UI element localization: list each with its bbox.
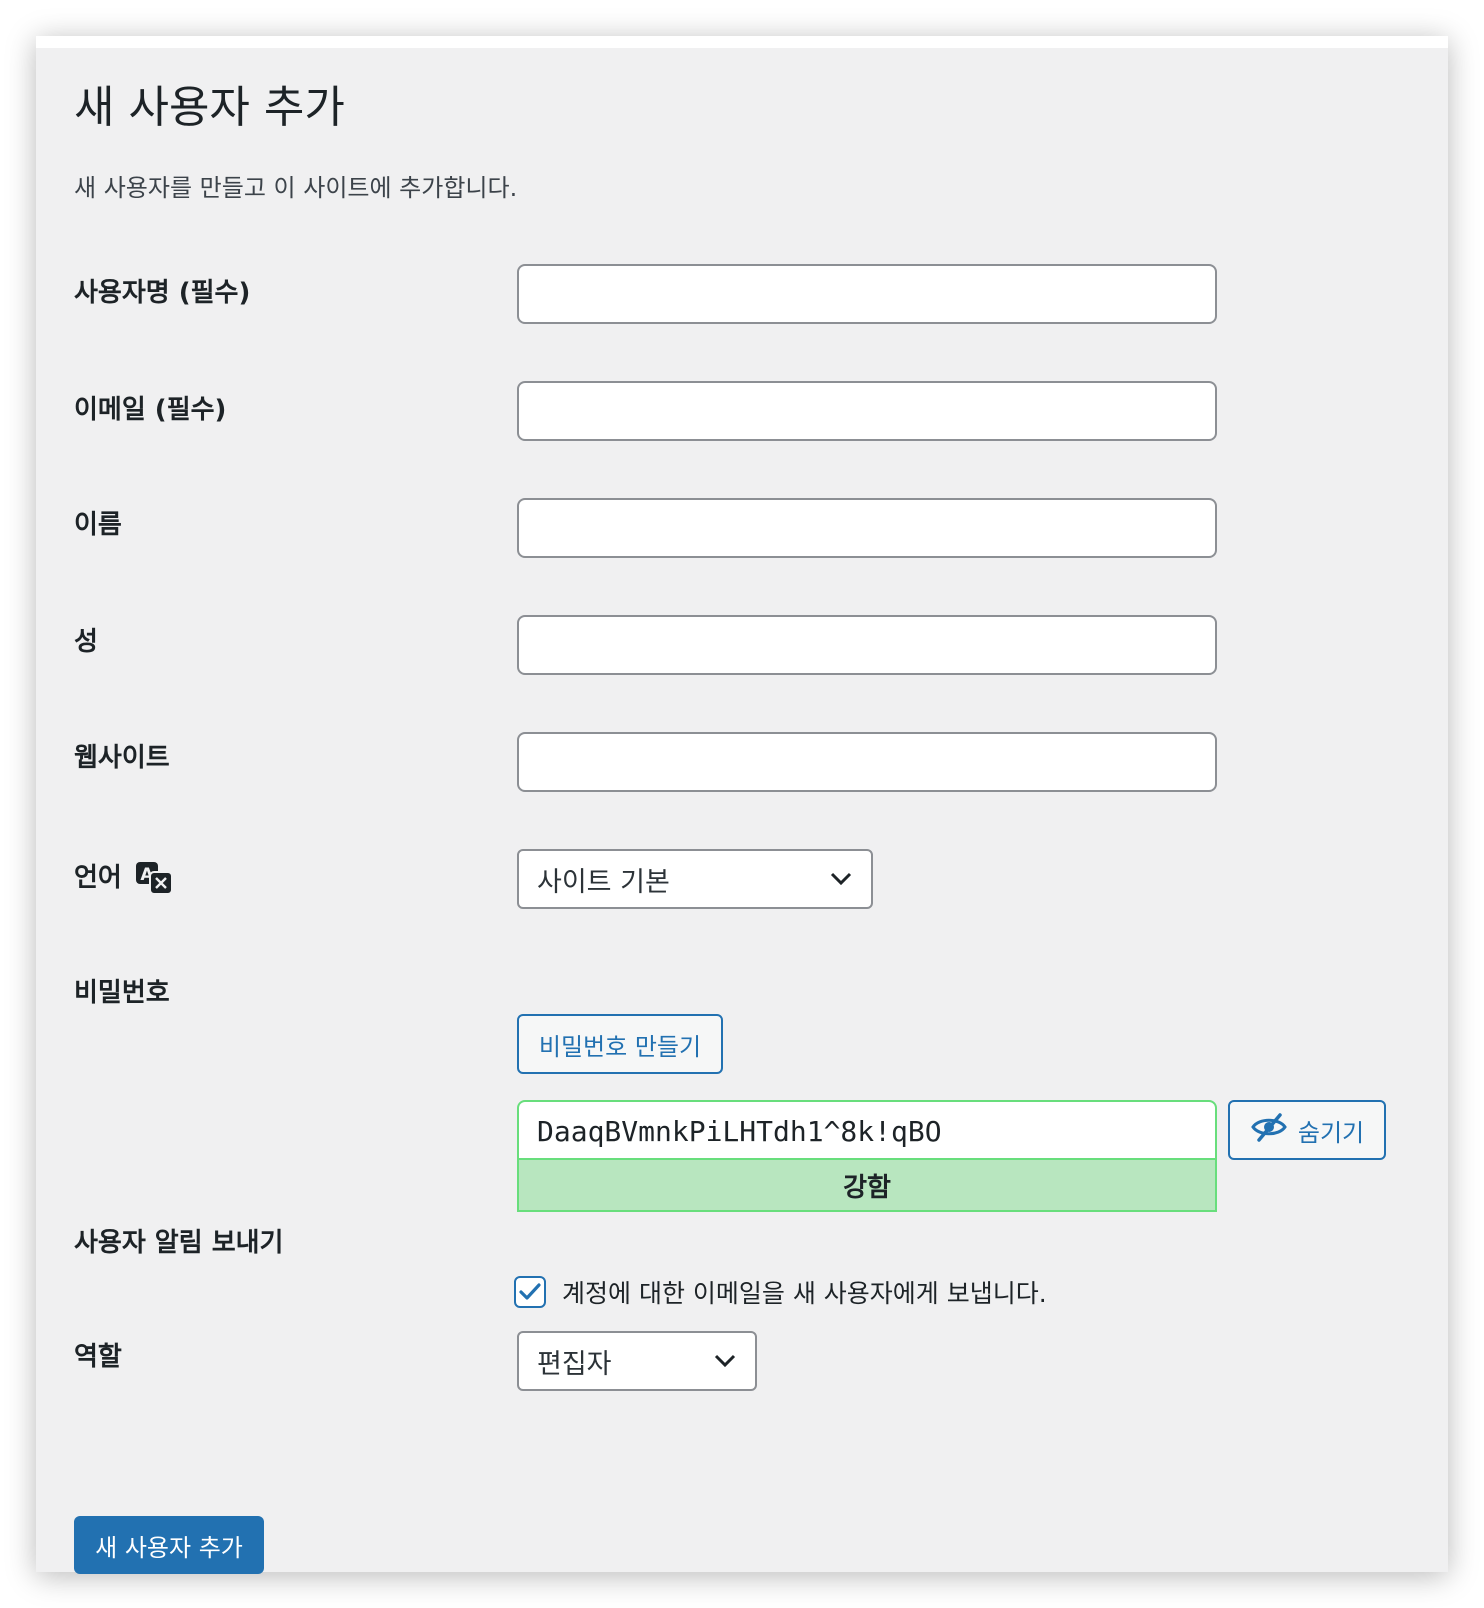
notify-label-text: 사용자 알림 보내기	[74, 1228, 284, 1258]
role-selected-value: 편집자	[537, 1348, 612, 1380]
website-label-text: 웹사이트	[74, 743, 170, 773]
translate-icon: A	[134, 860, 174, 896]
password-input[interactable]: DaaqBVmnkPiLHTdh1^8k!qBO	[517, 1100, 1217, 1160]
password-label-text: 비밀번호	[74, 978, 170, 1008]
notify-checkbox[interactable]	[514, 1276, 546, 1308]
first-name-label-text: 이름	[74, 510, 122, 540]
first-name-input[interactable]	[517, 498, 1217, 558]
notify-checkbox-label: 계정에 대한 이메일을 새 사용자에게 보냅니다.	[562, 1279, 1047, 1308]
page-title: 새 사용자 추가	[74, 82, 345, 133]
username-label: 사용자명 (필수)	[74, 276, 250, 310]
chevron-down-icon	[829, 867, 853, 891]
generate-password-button[interactable]: 비밀번호 만들기	[517, 1014, 723, 1074]
email-label-text: 이메일 (필수)	[74, 395, 227, 425]
last-name-label-text: 성	[74, 627, 98, 657]
email-input[interactable]	[517, 381, 1217, 441]
hide-password-label: 숨기기	[1297, 1118, 1365, 1147]
language-select[interactable]: 사이트 기본	[517, 849, 873, 909]
username-label-text: 사용자명 (필수)	[74, 278, 251, 308]
add-user-panel: 새 사용자 추가 새 사용자를 만들고 이 사이트에 추가합니다. 사용자명 (…	[36, 36, 1448, 1574]
username-input[interactable]	[517, 264, 1217, 324]
language-selected-value: 사이트 기본	[537, 866, 670, 898]
email-label: 이메일 (필수)	[74, 393, 226, 427]
notify-option: 계정에 대한 이메일을 새 사용자에게 보냅니다.	[514, 1274, 1047, 1310]
chevron-down-icon	[713, 1349, 737, 1373]
website-label: 웹사이트	[74, 741, 170, 775]
role-select[interactable]: 편집자	[517, 1331, 757, 1391]
first-name-label: 이름	[74, 508, 122, 542]
notify-label: 사용자 알림 보내기	[74, 1226, 283, 1260]
checkmark-icon	[519, 1283, 541, 1300]
add-user-submit-button[interactable]: 새 사용자 추가	[74, 1516, 264, 1574]
language-label-text: 언어	[74, 863, 122, 893]
password-strength-meter: 강함	[517, 1158, 1217, 1212]
role-label-text: 역할	[74, 1342, 122, 1372]
password-strength-text: 강함	[843, 1172, 891, 1203]
last-name-label: 성	[74, 625, 98, 659]
role-label: 역할	[74, 1340, 122, 1374]
language-label: 언어 A	[74, 860, 174, 896]
website-input[interactable]	[517, 732, 1217, 792]
page-description: 새 사용자를 만들고 이 사이트에 추가합니다.	[74, 174, 518, 202]
last-name-input[interactable]	[517, 615, 1217, 675]
password-label: 비밀번호	[74, 976, 170, 1010]
password-value: DaaqBVmnkPiLHTdh1^8k!qBO	[537, 1114, 942, 1148]
hide-password-button[interactable]: 숨기기	[1228, 1100, 1386, 1160]
eye-slash-icon	[1250, 1112, 1288, 1148]
